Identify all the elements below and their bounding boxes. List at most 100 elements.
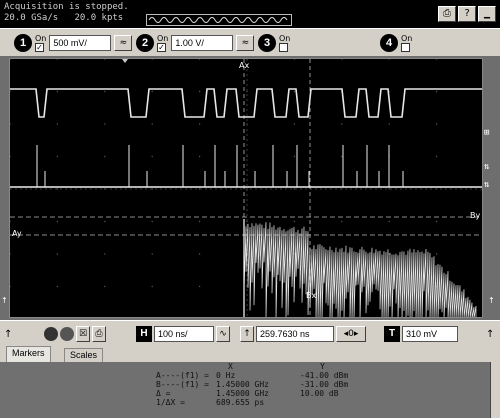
right-arrow-icon[interactable]: ↑: [488, 296, 495, 305]
grid-dot: [104, 155, 106, 158]
grid-dot: [56, 285, 59, 288]
channel-1-group: 1 On ✓ 500 mV/≈: [14, 33, 133, 53]
channel-4-on: On: [401, 34, 412, 52]
print-icon[interactable]: ⎙: [438, 6, 456, 22]
waveform-overview[interactable]: [146, 14, 292, 26]
grid-dot: [151, 123, 153, 125]
horizontal-scale-field[interactable]: 100 ns/: [154, 326, 214, 342]
zoom-icon[interactable]: ⊞: [484, 128, 489, 138]
grid-dot: [293, 59, 296, 60]
grid-dot: [104, 220, 106, 223]
wave-shape-icon[interactable]: ∿: [216, 326, 230, 342]
marker-ay-label: Ay: [12, 229, 22, 238]
grid-dot: [198, 220, 201, 223]
run-icon[interactable]: [60, 327, 74, 341]
grid-dot: [10, 90, 11, 93]
delay-arrow-icon[interactable]: ↑: [240, 326, 254, 342]
right-scroll-icon[interactable]: ↑: [486, 325, 494, 343]
channel-1-checkbox[interactable]: ✓: [35, 43, 44, 52]
left-arrow-icon[interactable]: ↑: [1, 296, 8, 305]
grid-dot: [293, 155, 296, 158]
marker-by-label: By: [470, 211, 481, 220]
horizontal-button[interactable]: H: [136, 326, 152, 342]
coupling-icon[interactable]: ≈: [114, 35, 133, 51]
channel-3-button[interactable]: 3: [258, 34, 276, 52]
grid-dot: [198, 285, 201, 288]
marker-row-label: B----(f1) =: [156, 380, 209, 389]
left-scroll-icon[interactable]: ↑: [4, 325, 12, 343]
waveform-display[interactable]: Ax Bx Ay By: [9, 58, 483, 318]
trigger-button[interactable]: T: [384, 326, 400, 342]
grid-dot: [104, 253, 106, 255]
coupling-icon[interactable]: ≈: [236, 35, 255, 51]
channel-2-scale-field[interactable]: 1.00 V/: [171, 35, 234, 51]
grid-dot: [198, 155, 201, 158]
grid-dot: [56, 123, 59, 125]
grid-dot: [293, 123, 296, 125]
grid-dot: [104, 123, 106, 125]
grid-dot: [151, 285, 153, 288]
grid-dot: [10, 220, 11, 223]
channel-4-checkbox[interactable]: [401, 43, 410, 52]
col-y-header: Y: [320, 362, 325, 371]
minimize-icon[interactable]: ▁: [478, 6, 496, 22]
grid-dot: [56, 59, 59, 60]
help-icon[interactable]: ?: [458, 6, 476, 22]
marker-row-x: 1.45000 GHz: [216, 380, 269, 389]
grid-dot: [151, 253, 153, 255]
channel-4-group: 4 On: [380, 33, 412, 53]
channel-bar: 1 On ✓ 500 mV/≈2 On ✓ 1.00 V/≈3 On 4 On: [0, 28, 500, 56]
channel-2-button[interactable]: 2: [136, 34, 154, 52]
tab-scales[interactable]: Scales: [64, 348, 104, 362]
grid-dot: [10, 253, 11, 255]
marker-bx-label: Bx: [306, 291, 317, 300]
grid-dot: [246, 155, 248, 158]
grid-dot: [104, 90, 106, 93]
grid-dot: [151, 90, 153, 93]
grid-dot: [435, 123, 438, 125]
panel-scrollbar[interactable]: [490, 362, 500, 418]
trigger-level-field[interactable]: 310 mV: [402, 326, 458, 342]
marker-nav-icon[interactable]: ⇅: [484, 162, 489, 172]
print-screen-icon[interactable]: ⎙: [92, 326, 106, 342]
markers-panel: X Y A----(f1) = 0 Hz -41.00 dBm B----(f1) =…: [0, 362, 500, 418]
channel-1-button[interactable]: 1: [14, 34, 32, 52]
channel-on-label: On: [35, 34, 47, 43]
bottom-tabs: Markers Scales: [0, 346, 500, 362]
acquisition-status: Acquisition is stopped. 20.0 GSa/s 20.0 …: [4, 2, 129, 24]
marker-row-x: 1.45000 GHz: [216, 389, 269, 398]
channel-on-label: On: [157, 34, 169, 43]
grid-dot: [388, 220, 390, 223]
grid-dot: [151, 59, 153, 60]
fft-trace: [243, 219, 477, 317]
channel-on-label: On: [279, 34, 291, 43]
channel-3-checkbox[interactable]: [279, 43, 288, 52]
grid-dot: [293, 220, 296, 223]
marker-nav2-icon[interactable]: ⇅: [484, 180, 489, 190]
marker-row-y: -41.00 dBm: [300, 371, 349, 380]
grid-dot: [151, 155, 153, 158]
grid-dot: [293, 188, 296, 190]
grid-dot: [388, 188, 390, 190]
grid-dot: [388, 123, 390, 125]
trigger-position-marker: [122, 59, 128, 63]
clear-icon[interactable]: ☒: [76, 326, 90, 342]
grid-dot: [151, 220, 153, 223]
channel-1-scale-field[interactable]: 500 mV/: [49, 35, 112, 51]
col-x-header: X: [228, 362, 233, 371]
channel-2-checkbox[interactable]: ✓: [157, 43, 166, 52]
stop-icon[interactable]: [44, 327, 58, 341]
grid-dot: [435, 59, 438, 60]
delay-step-icon[interactable]: ◂0▸: [336, 326, 366, 342]
marker-row-x: 689.655 ps: [216, 398, 265, 407]
channel-4-button[interactable]: 4: [380, 34, 398, 52]
channel-2-group: 2 On ✓ 1.00 V/≈: [136, 33, 255, 53]
channel-2-on: On ✓: [157, 34, 168, 52]
delay-field[interactable]: 259.7630 ns: [256, 326, 334, 342]
grid-dot: [10, 59, 11, 60]
grid-dot: [198, 253, 201, 255]
status-line-1: Acquisition is stopped.: [4, 2, 129, 12]
tab-markers[interactable]: Markers: [6, 346, 51, 362]
channel-3-group: 3 On: [258, 33, 290, 53]
channel-1-trace: [10, 88, 482, 118]
